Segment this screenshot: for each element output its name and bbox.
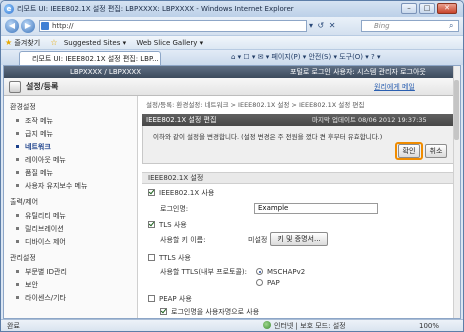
tab-label: 리모트 UI: IEEE802.1X 설정 편집: LBP... [32, 55, 159, 63]
page-icon [41, 22, 49, 30]
sidebar-item-maintenance[interactable]: 사용자 유지보수 메뉴 [16, 181, 87, 191]
sidebar-item-security[interactable]: 보안 [16, 280, 38, 290]
browser-window: 리모트 UI: IEEE802.1X 설정 편집: LBPXXXX: LBPXX… [0, 0, 464, 332]
back-icon[interactable]: ◀ [5, 19, 19, 33]
peap-checkbox[interactable] [148, 295, 155, 302]
minimize-button[interactable]: – [401, 3, 417, 14]
title-bar: 리모트 UI: IEEE802.1X 설정 편집: LBPXXXX: LBPXX… [1, 1, 463, 17]
sidebar-item-layout[interactable]: 레이아웃 메뉴 [16, 155, 66, 165]
sidebar-item-license[interactable]: 라이센스/기타 [16, 293, 66, 303]
address-bar-row: ◀ ▶ http:// ▾ ↺ ✕ Bing ⌕ [1, 17, 463, 35]
sidebar-item-device-control[interactable]: 디바이스 제어 [16, 237, 66, 247]
address-input[interactable]: http:// [39, 20, 307, 32]
login-info[interactable]: 포털로 로그인 사용자: 시스템 관리자 로그아웃 [290, 66, 426, 78]
mschapv2-radio[interactable] [256, 268, 263, 275]
scrollbar-thumb[interactable] [454, 80, 459, 140]
zoom-level[interactable]: 100% [419, 320, 439, 331]
status-bar: 완료 인터넷 | 보호 모드: 설정 100% [1, 319, 463, 331]
pap-option[interactable]: PAP [256, 278, 460, 288]
sidebar: 환경설정 조작 메뉴 급지 메뉴 네트워크 레이아웃 메뉴 품질 메뉴 사용자 … [4, 96, 138, 318]
favorites-bar: ★ 즐겨찾기 ☆ Suggested Sites ▾ Web Slice Gal… [1, 35, 463, 49]
status-text: 완료 [7, 322, 20, 330]
tls-option[interactable]: TLS 사용 [148, 220, 460, 230]
panel-title: IEEE802.1X 설정 편집 [146, 116, 217, 124]
maximize-button[interactable]: □ [419, 3, 435, 14]
favorites-button[interactable]: 즐겨찾기 [14, 39, 40, 47]
settings-icon [9, 81, 21, 93]
use-8021x-option[interactable]: IEEE802.1X 사용 [148, 188, 460, 198]
sidebar-item-utility[interactable]: 유틸리티 메뉴 [16, 211, 66, 221]
add-favorite-icon[interactable]: ☆ [50, 38, 57, 47]
device-name: LBPXXXX / LBPXXXX [70, 68, 142, 76]
use-8021x-checkbox[interactable] [148, 189, 155, 196]
ttls-option[interactable]: TTLS 사용 [148, 253, 460, 263]
panel-header: IEEE802.1X 설정 편집 마지막 업데이트 08/06 2012 19:… [142, 114, 458, 126]
device-header: LBPXXXX / LBPXXXX 포털로 로그인 사용자: 시스템 관리자 로… [4, 66, 460, 78]
ie-logo-icon: e [4, 4, 14, 14]
section-header: IEEE802.1X 설정 [142, 172, 458, 184]
ok-button[interactable]: 확인 [398, 144, 420, 158]
login-name-input[interactable]: Example [254, 203, 378, 214]
page-title: 설정/등록 [26, 82, 59, 91]
sidebar-section: 환경설정 [10, 103, 36, 111]
pap-radio[interactable] [256, 279, 263, 286]
favorites-link[interactable]: Web Slice Gallery ▾ [136, 39, 203, 47]
sidebar-item-calibration[interactable]: 릴리브레이션 [16, 224, 64, 234]
sidebar-item-operation[interactable]: 조작 메뉴 [16, 116, 53, 126]
tls-checkbox[interactable] [148, 221, 155, 228]
use-login-name-option[interactable]: 로그인명을 사용자명으로 사용 [160, 307, 460, 317]
sidebar-section: 출력/제어 [10, 198, 39, 206]
peap-option[interactable]: PEAP 사용 [148, 294, 460, 304]
sidebar-item-network[interactable]: 네트워크 [16, 142, 51, 152]
key-certificate-button[interactable]: 키 및 증명서... [270, 232, 328, 246]
close-button[interactable]: ✕ [437, 3, 457, 14]
notice-text: 이하와 같이 설정을 변경합니다. (설정 변경은 주 전원을 껐다 켠 후부터… [153, 133, 383, 141]
mail-link[interactable]: 원리에게 메일 [374, 82, 415, 92]
last-update: 마지막 업데이트 08/06 2012 19:37:35 [312, 116, 427, 124]
address-tools[interactable]: ▾ ↺ ✕ [309, 20, 337, 32]
search-input[interactable]: Bing [361, 20, 459, 32]
notice-box: 이하와 같이 설정을 변경합니다. (설정 변경은 주 전원을 껐다 켠 후부터… [142, 126, 458, 164]
browser-tab[interactable]: 리모트 UI: IEEE802.1X 설정 편집: LBP... [19, 51, 161, 66]
breadcrumb[interactable]: 설정/등록: 환경설정: 네트워크 > IEEE802.1X 설정 > IEEE… [146, 100, 364, 110]
sidebar-item-dept-id[interactable]: 부문별 ID관리 [16, 267, 67, 277]
mschapv2-option[interactable]: MSCHAPv2 [256, 267, 460, 277]
cancel-button[interactable]: 취소 [425, 144, 447, 158]
search-icon[interactable]: ⌕ [449, 21, 453, 31]
favorites-link[interactable]: Suggested Sites ▾ [64, 39, 126, 47]
sidebar-item-quality[interactable]: 품질 메뉴 [16, 168, 53, 178]
page-content: LBPXXXX / LBPXXXX 포털로 로그인 사용자: 시스템 관리자 로… [3, 65, 461, 319]
command-bar[interactable]: ⌂ ▾ ☐ ▾ ✉ ▾ 페이지(P) ▾ 안전(S) ▾ 도구(O) ▾ ? ▾ [231, 51, 380, 63]
sidebar-section: 관리설정 [10, 254, 36, 262]
window-title: 리모트 UI: IEEE802.1X 설정 편집: LBPXXXX: LBPXX… [17, 5, 294, 13]
forward-icon[interactable]: ▶ [21, 19, 35, 33]
zone-info: 인터넷 | 보호 모드: 설정 [263, 320, 346, 331]
main-panel: 설정/등록: 환경설정: 네트워크 > IEEE802.1X 설정 > IEEE… [140, 96, 460, 318]
sidebar-item-feed[interactable]: 급지 메뉴 [16, 129, 53, 139]
use-login-name-checkbox[interactable] [160, 308, 167, 315]
app-header: 설정/등록 원리에게 메일 [4, 78, 460, 96]
ttls-checkbox[interactable] [148, 254, 155, 261]
globe-icon [263, 321, 271, 329]
favorites-star-icon[interactable]: ★ [5, 38, 12, 47]
